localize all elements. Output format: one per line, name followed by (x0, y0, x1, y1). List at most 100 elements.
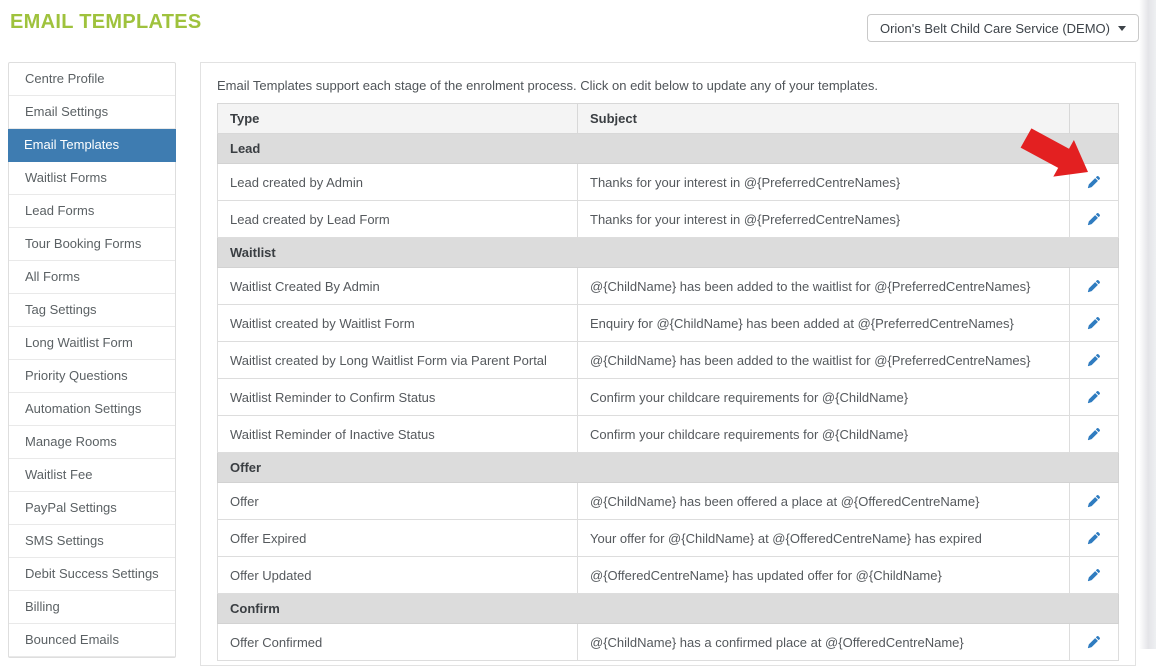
sidebar-item-bounced-emails[interactable]: Bounced Emails (9, 624, 175, 657)
edit-button[interactable] (1081, 386, 1107, 408)
sidebar-item-all-forms[interactable]: All Forms (9, 261, 175, 294)
type-cell: Offer (218, 483, 578, 520)
type-cell: Offer Confirmed (218, 624, 578, 661)
sidebar-item-manage-rooms[interactable]: Manage Rooms (9, 426, 175, 459)
panel-description: Email Templates support each stage of th… (217, 78, 1119, 93)
subject-cell: @{ChildName} has been offered a place at… (578, 483, 1070, 520)
table-row: Lead created by Lead Form Thanks for you… (218, 201, 1119, 238)
sidebar-item-tag-settings[interactable]: Tag Settings (9, 294, 175, 327)
settings-sidebar: Centre Profile Email Settings Email Templa… (8, 62, 176, 658)
email-templates-table: Type Subject Lead Lead created by Admin … (217, 103, 1119, 661)
edit-cell (1070, 342, 1119, 379)
right-edge-shading (1139, 0, 1156, 649)
edit-button[interactable] (1081, 349, 1107, 371)
section-name: Waitlist (218, 238, 1119, 268)
edit-cell (1070, 416, 1119, 453)
table-row: Offer Confirmed @{ChildName} has a confi… (218, 624, 1119, 661)
sidebar-item-label: Email Templates (24, 137, 119, 152)
section-name: Confirm (218, 594, 1119, 624)
edit-button[interactable] (1081, 631, 1107, 653)
sidebar-item-long-waitlist-form[interactable]: Long Waitlist Form (9, 327, 175, 360)
edit-cell (1070, 268, 1119, 305)
sidebar-item-label: SMS Settings (25, 533, 104, 548)
pencil-icon (1087, 531, 1101, 545)
pencil-icon (1087, 635, 1101, 649)
edit-button[interactable] (1081, 564, 1107, 586)
sidebar-item-label: Priority Questions (25, 368, 128, 383)
sidebar-item-billing[interactable]: Billing (9, 591, 175, 624)
edit-cell (1070, 520, 1119, 557)
edit-cell (1070, 201, 1119, 238)
table-row: Offer Expired Your offer for @{ChildName… (218, 520, 1119, 557)
table-row: Offer Updated @{OfferedCentreName} has u… (218, 557, 1119, 594)
pencil-icon (1087, 353, 1101, 367)
centre-selector-label: Orion's Belt Child Care Service (DEMO) (880, 21, 1110, 36)
section-name: Offer (218, 453, 1119, 483)
sidebar-item-email-templates[interactable]: Email Templates (8, 129, 176, 162)
sidebar-item-label: Lead Forms (25, 203, 94, 218)
email-templates-panel: Email Templates support each stage of th… (200, 62, 1136, 666)
edit-cell (1070, 305, 1119, 342)
pencil-icon (1087, 316, 1101, 330)
pencil-icon (1087, 390, 1101, 404)
sidebar-item-label: Bounced Emails (25, 632, 119, 647)
subject-cell: Thanks for your interest in @{PreferredC… (578, 164, 1070, 201)
pencil-icon (1087, 175, 1101, 189)
subject-cell: @{ChildName} has been added to the waitl… (578, 268, 1070, 305)
edit-button[interactable] (1081, 312, 1107, 334)
pencil-icon (1087, 279, 1101, 293)
sidebar-item-debit-success-settings[interactable]: Debit Success Settings (9, 558, 175, 591)
type-cell: Waitlist Reminder of Inactive Status (218, 416, 578, 453)
sidebar-item-lead-forms[interactable]: Lead Forms (9, 195, 175, 228)
edit-button[interactable] (1081, 171, 1107, 193)
edit-button[interactable] (1081, 490, 1107, 512)
sidebar-item-label: Waitlist Fee (25, 467, 92, 482)
sidebar-item-sms-settings[interactable]: SMS Settings (9, 525, 175, 558)
sidebar-item-label: Long Waitlist Form (25, 335, 133, 350)
table-row: Offer @{ChildName} has been offered a pl… (218, 483, 1119, 520)
sidebar-item-automation-settings[interactable]: Automation Settings (9, 393, 175, 426)
sidebar-item-label: PayPal Settings (25, 500, 117, 515)
table-row: Waitlist created by Waitlist Form Enquir… (218, 305, 1119, 342)
sidebar-item-email-settings[interactable]: Email Settings (9, 96, 175, 129)
column-header-subject: Subject (578, 104, 1070, 134)
section-name: Lead (218, 134, 1119, 164)
edit-cell (1070, 164, 1119, 201)
edit-button[interactable] (1081, 275, 1107, 297)
sidebar-item-priority-questions[interactable]: Priority Questions (9, 360, 175, 393)
pencil-icon (1087, 212, 1101, 226)
subject-cell: @{ChildName} has been added to the waitl… (578, 342, 1070, 379)
centre-selector-dropdown[interactable]: Orion's Belt Child Care Service (DEMO) (867, 14, 1139, 42)
pencil-icon (1087, 494, 1101, 508)
edit-button[interactable] (1081, 423, 1107, 445)
edit-cell (1070, 557, 1119, 594)
sidebar-item-label: Automation Settings (25, 401, 141, 416)
subject-cell: Enquiry for @{ChildName} has been added … (578, 305, 1070, 342)
sidebar-item-centre-profile[interactable]: Centre Profile (9, 63, 175, 96)
pencil-icon (1087, 427, 1101, 441)
sidebar-item-label: Centre Profile (25, 71, 104, 86)
subject-cell: Your offer for @{ChildName} at @{Offered… (578, 520, 1070, 557)
sidebar-item-label: Tag Settings (25, 302, 97, 317)
sidebar-item-waitlist-forms[interactable]: Waitlist Forms (9, 162, 175, 195)
edit-button[interactable] (1081, 208, 1107, 230)
table-row: Lead created by Admin Thanks for your in… (218, 164, 1119, 201)
column-header-type: Type (218, 104, 578, 134)
section-header-row-offer: Offer (218, 453, 1119, 483)
type-cell: Waitlist created by Waitlist Form (218, 305, 578, 342)
type-cell: Waitlist Created By Admin (218, 268, 578, 305)
sidebar-item-tour-booking-forms[interactable]: Tour Booking Forms (9, 228, 175, 261)
sidebar-item-waitlist-fee[interactable]: Waitlist Fee (9, 459, 175, 492)
page-title: EMAIL TEMPLATES (10, 11, 202, 34)
edit-button[interactable] (1081, 527, 1107, 549)
section-header-row-lead: Lead (218, 134, 1119, 164)
column-header-edit (1070, 104, 1119, 134)
sidebar-item-label: Waitlist Forms (25, 170, 107, 185)
type-cell: Lead created by Lead Form (218, 201, 578, 238)
subject-cell: Confirm your childcare requirements for … (578, 416, 1070, 453)
sidebar-item-paypal-settings[interactable]: PayPal Settings (9, 492, 175, 525)
table-row: Waitlist Reminder to Confirm Status Conf… (218, 379, 1119, 416)
sidebar-item-label: All Forms (25, 269, 80, 284)
edit-cell (1070, 483, 1119, 520)
edit-cell (1070, 379, 1119, 416)
